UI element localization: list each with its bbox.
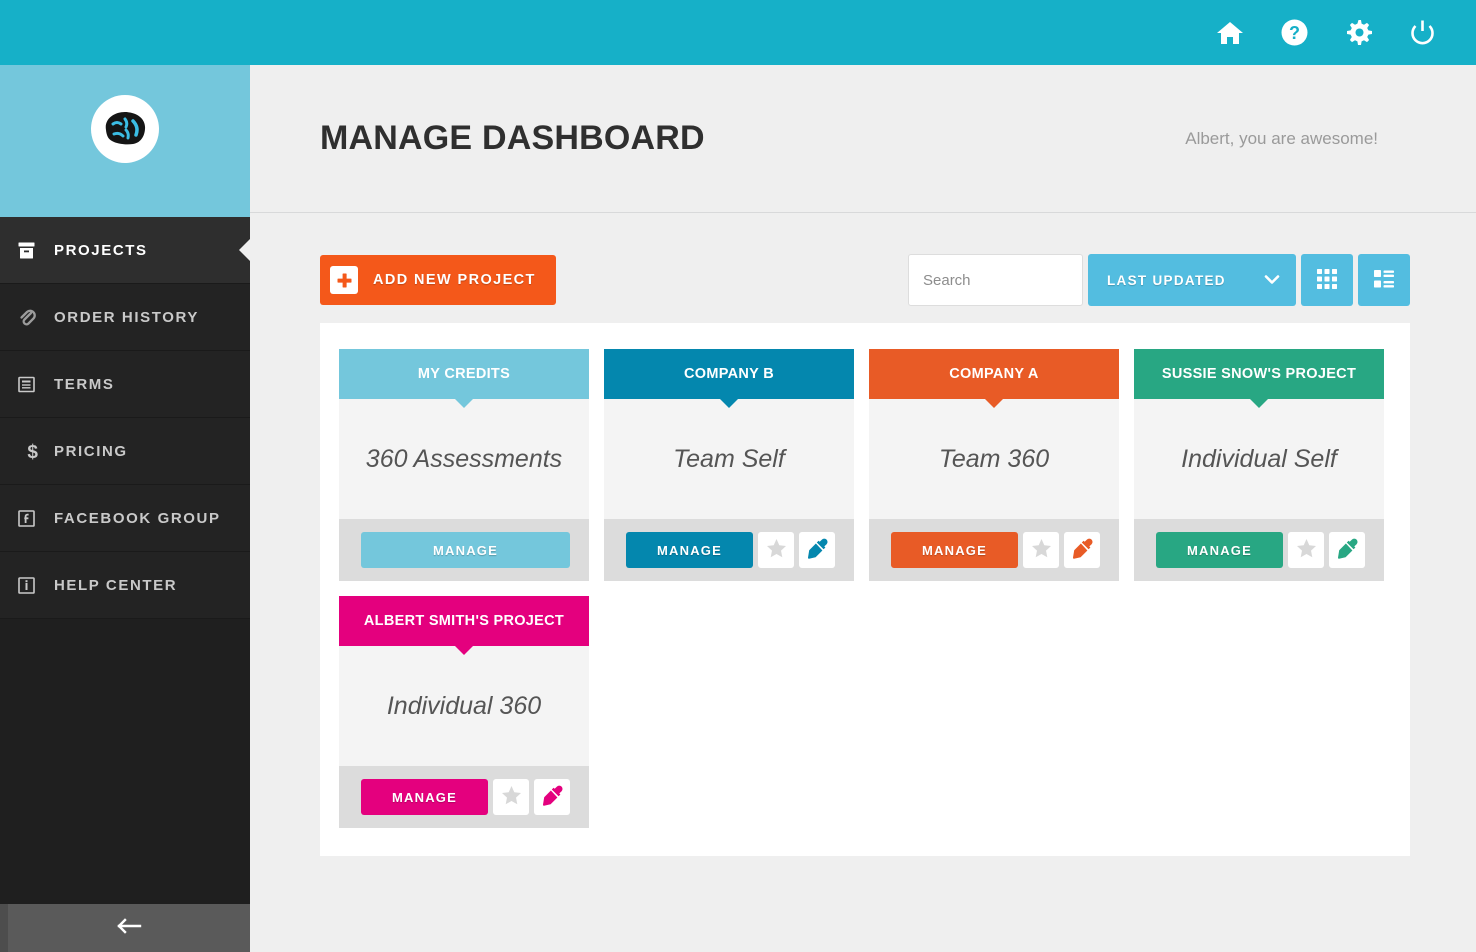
chevron-down-icon [1264, 273, 1280, 288]
project-card-footer: MANAGE [1134, 519, 1384, 581]
sort-dropdown-label: LAST UPDATED [1107, 272, 1226, 288]
list-view-button[interactable] [1358, 254, 1410, 306]
svg-text:$: $ [27, 442, 39, 461]
sort-dropdown[interactable]: LAST UPDATED [1088, 254, 1296, 306]
star-icon [501, 785, 522, 809]
color-picker-button[interactable] [1329, 532, 1365, 568]
favorite-star-button[interactable] [1023, 532, 1059, 568]
facebook-square-icon [18, 509, 48, 527]
grid-view-icon [1316, 268, 1338, 293]
sidebar-nav: PROJECTS ORDER HISTORY TERMS $ PRICING F… [0, 217, 250, 619]
project-card-footer: MANAGE [604, 519, 854, 581]
project-card-type: 360 Assessments [339, 399, 589, 519]
project-card-header[interactable]: ALBERT SMITH'S PROJECT [339, 596, 589, 646]
star-icon [1296, 538, 1317, 562]
sidebar-item-label: PROJECTS [54, 241, 148, 259]
sidebar-item-help-center[interactable]: HELP CENTER [0, 552, 250, 619]
project-card-footer: MANAGE [339, 766, 589, 828]
sidebar-item-facebook-group[interactable]: FACEBOOK GROUP [0, 485, 250, 552]
project-card-title: COMPANY B [684, 366, 774, 382]
eyedropper-icon [1337, 538, 1358, 562]
settings-gear-icon[interactable] [1326, 0, 1390, 65]
project-card-title: ALBERT SMITH'S PROJECT [363, 613, 565, 629]
sidebar-item-terms[interactable]: TERMS [0, 351, 250, 418]
toolbar: ADD NEW PROJECT LAST UPDATED [250, 213, 1476, 306]
archive-box-icon [18, 242, 48, 259]
projects-panel: MY CREDITS 360 Assessments MANAGE COMPAN… [320, 323, 1410, 856]
color-picker-button[interactable] [1064, 532, 1100, 568]
user-greeting: Albert, you are awesome! [1185, 128, 1378, 148]
brain-logo-icon[interactable] [91, 94, 159, 163]
project-card: SUSSIE SNOW'S PROJECT Individual Self MA… [1134, 349, 1384, 581]
manage-button[interactable]: MANAGE [361, 532, 570, 568]
paperclip-icon [18, 308, 48, 326]
project-card: MY CREDITS 360 Assessments MANAGE [339, 349, 589, 581]
project-card-type: Team 360 [869, 399, 1119, 519]
document-lines-icon [18, 376, 48, 393]
svg-text:?: ? [1289, 23, 1300, 43]
sidebar-item-pricing[interactable]: $ PRICING [0, 418, 250, 485]
eyedropper-icon [542, 785, 563, 809]
project-card: COMPANY B Team Self MANAGE [604, 349, 854, 581]
plus-icon [330, 266, 358, 294]
home-icon[interactable] [1198, 0, 1262, 65]
eyedropper-icon [1072, 538, 1093, 562]
add-new-project-button[interactable]: ADD NEW PROJECT [320, 255, 556, 305]
eyedropper-icon [807, 538, 828, 562]
project-card-type: Team Self [604, 399, 854, 519]
sidebar-item-projects[interactable]: PROJECTS [0, 217, 250, 284]
grid-view-button[interactable] [1301, 254, 1353, 306]
sidebar-item-order-history[interactable]: ORDER HISTORY [0, 284, 250, 351]
project-card-header[interactable]: COMPANY A [869, 349, 1119, 399]
sidebar-item-label: FACEBOOK GROUP [54, 509, 221, 527]
favorite-star-button[interactable] [493, 779, 529, 815]
project-card-footer: MANAGE [339, 519, 589, 581]
arrow-left-icon [116, 917, 142, 939]
sidebar-item-label: TERMS [54, 375, 115, 393]
top-bar: ? [0, 0, 1476, 65]
power-logout-icon[interactable] [1390, 0, 1454, 65]
help-icon[interactable]: ? [1262, 0, 1326, 65]
toolbar-controls: LAST UPDATED [908, 254, 1410, 306]
manage-button[interactable]: MANAGE [626, 532, 753, 568]
favorite-star-button[interactable] [758, 532, 794, 568]
project-card-title: MY CREDITS [417, 366, 511, 382]
project-card-title: SUSSIE SNOW'S PROJECT [1161, 366, 1357, 382]
sidebar: PROJECTS ORDER HISTORY TERMS $ PRICING F… [0, 0, 250, 952]
project-card: ALBERT SMITH'S PROJECT Individual 360 MA… [339, 596, 589, 828]
star-icon [1031, 538, 1052, 562]
manage-button[interactable]: MANAGE [891, 532, 1018, 568]
color-picker-button[interactable] [534, 779, 570, 815]
manage-button[interactable]: MANAGE [1156, 532, 1283, 568]
info-square-icon [18, 576, 48, 594]
list-view-icon [1373, 268, 1395, 293]
color-picker-button[interactable] [799, 532, 835, 568]
sidebar-item-label: HELP CENTER [54, 576, 178, 594]
star-icon [766, 538, 787, 562]
project-card-header[interactable]: MY CREDITS [339, 349, 589, 399]
search-box[interactable] [908, 254, 1144, 306]
project-card-type: Individual 360 [339, 646, 589, 766]
project-card-header[interactable]: SUSSIE SNOW'S PROJECT [1134, 349, 1384, 399]
project-card: COMPANY A Team 360 MANAGE [869, 349, 1119, 581]
manage-button[interactable]: MANAGE [361, 779, 488, 815]
main-content: MANAGE DASHBOARD Albert, you are awesome… [250, 65, 1476, 952]
add-new-project-label: ADD NEW PROJECT [373, 272, 536, 288]
sidebar-item-label: PRICING [54, 442, 128, 460]
page-header: MANAGE DASHBOARD Albert, you are awesome… [250, 65, 1476, 213]
sidebar-collapse-button[interactable] [0, 904, 250, 952]
project-card-title: COMPANY A [949, 366, 1039, 382]
page-title: MANAGE DASHBOARD [320, 119, 705, 157]
project-card-header[interactable]: COMPANY B [604, 349, 854, 399]
project-card-footer: MANAGE [869, 519, 1119, 581]
dollar-sign-icon: $ [18, 442, 48, 461]
sidebar-item-label: ORDER HISTORY [54, 308, 199, 326]
favorite-star-button[interactable] [1288, 532, 1324, 568]
project-card-type: Individual Self [1134, 399, 1384, 519]
